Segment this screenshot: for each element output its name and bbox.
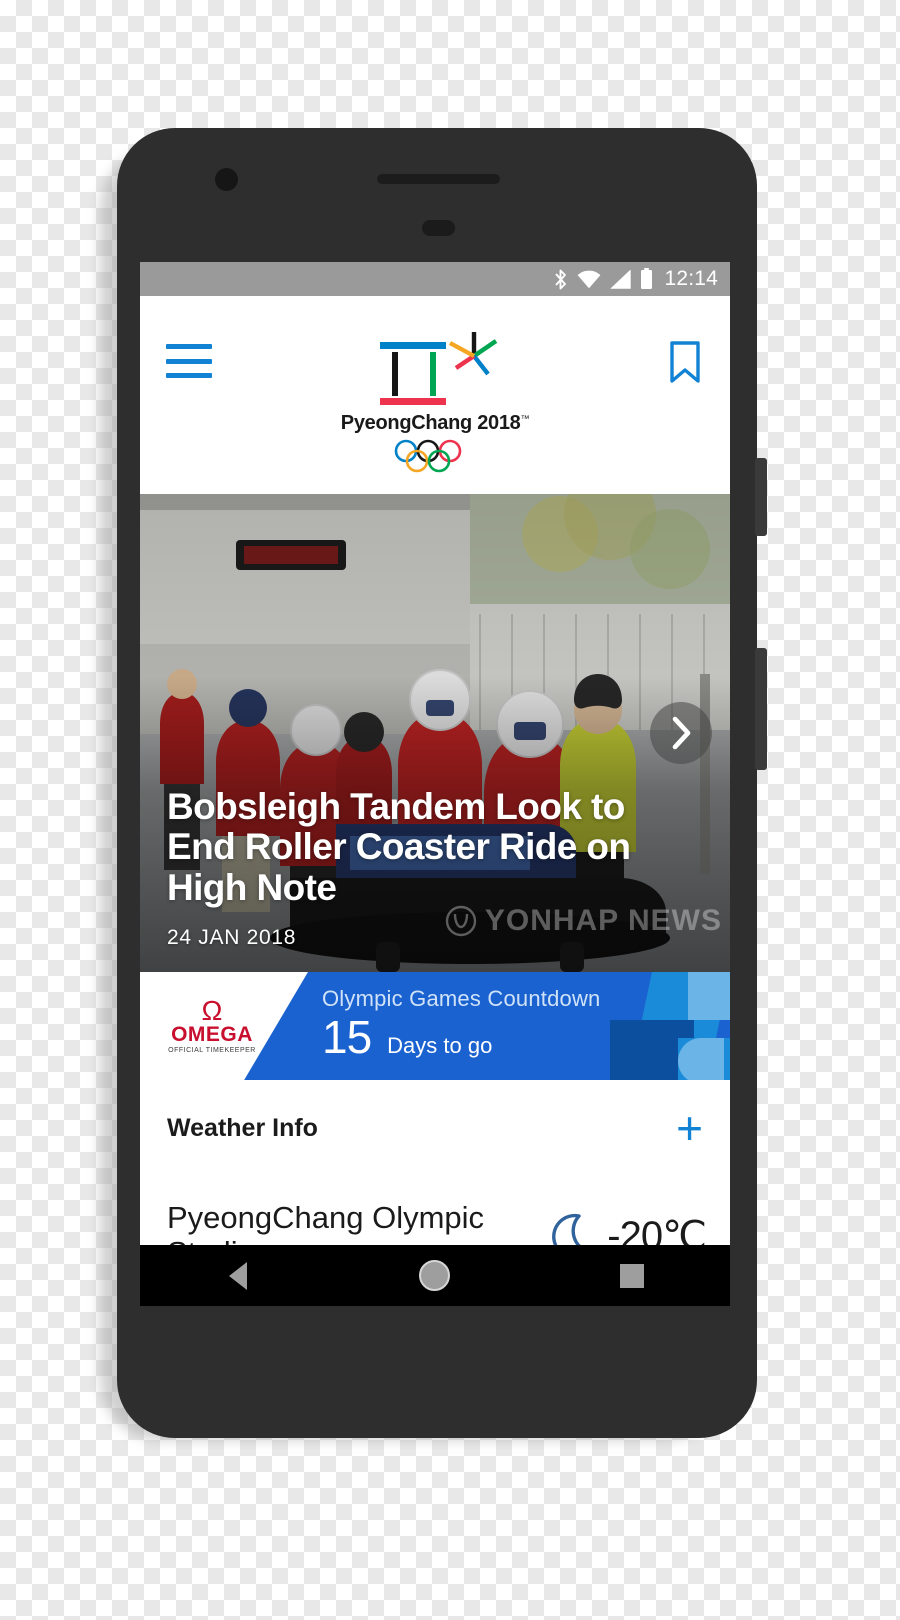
chevron-right-icon xyxy=(672,716,691,750)
trademark-symbol: ™ xyxy=(520,413,530,424)
omega-sponsor-logo[interactable]: Ω OMEGA OFFICIAL TIMEKEEPER xyxy=(156,995,268,1055)
brand-wordmark: PyeongChang 2018™ xyxy=(340,412,530,435)
recents-square-icon xyxy=(619,1263,644,1288)
olympic-countdown-banner[interactable]: Ω OMEGA OFFICIAL TIMEKEEPER Olympic Game… xyxy=(140,972,730,1080)
status-bar-clock: 12:14 xyxy=(664,267,718,290)
wifi-icon xyxy=(577,270,601,289)
omega-tagline: OFFICIAL TIMEKEEPER xyxy=(168,1047,256,1055)
countdown-value-row: 15 Days to go xyxy=(322,1010,600,1064)
app-bar: PyeongChang 2018™ xyxy=(140,296,730,494)
battery-icon xyxy=(640,268,653,290)
countdown-days-unit: Days to go xyxy=(387,1033,493,1058)
volume-button[interactable] xyxy=(755,458,767,536)
proximity-sensor-icon xyxy=(422,220,455,236)
emblem-bottom-bar xyxy=(380,398,446,405)
back-button[interactable] xyxy=(198,1245,278,1306)
emblem-top-bar xyxy=(380,342,446,349)
cellular-signal-icon xyxy=(610,269,632,289)
emblem-left-pillar xyxy=(392,352,398,396)
back-triangle-icon xyxy=(229,1261,248,1290)
home-circle-icon xyxy=(419,1260,451,1291)
banner-shape xyxy=(678,1038,724,1080)
emblem-mark xyxy=(372,328,498,406)
countdown-text-block: Olympic Games Countdown 15 Days to go xyxy=(322,986,600,1064)
omega-wordmark: OMEGA xyxy=(171,1023,253,1047)
weather-expand-button[interactable]: + xyxy=(676,1105,703,1151)
power-button[interactable] xyxy=(755,648,767,770)
hero-carousel[interactable]: YONHAP NEWS Bobsleigh Tandem Look to End… xyxy=(140,494,730,972)
earpiece-speaker-icon xyxy=(377,174,500,184)
olympic-rings-icon xyxy=(394,439,462,473)
status-bar: 12:14 xyxy=(140,262,730,296)
front-camera-icon xyxy=(215,168,238,191)
emblem-right-pillar xyxy=(430,352,436,396)
pyeongchang-2018-emblem[interactable]: PyeongChang 2018™ xyxy=(140,328,730,473)
countdown-label: Olympic Games Countdown xyxy=(322,986,601,1011)
phone-screen: 12:14 PyeongChang 2018™ YONHAP NEWS Bobs… xyxy=(140,262,730,1306)
hero-headline[interactable]: Bobsleigh Tandem Look to End Roller Coas… xyxy=(167,786,670,908)
brand-wordmark-text: PyeongChang 2018 xyxy=(340,412,521,434)
recents-button[interactable] xyxy=(592,1245,672,1306)
hero-date: 24 JAN 2018 xyxy=(167,926,297,949)
hero-text-block: Bobsleigh Tandem Look to End Roller Coas… xyxy=(167,786,670,950)
banner-shape xyxy=(688,972,730,1020)
home-button[interactable] xyxy=(395,1245,475,1306)
weather-section-title: Weather Info xyxy=(167,1113,318,1142)
carousel-next-button[interactable] xyxy=(650,702,712,764)
weather-section-header: Weather Info + xyxy=(140,1080,730,1176)
countdown-days-number: 15 xyxy=(322,1011,372,1063)
android-navigation-bar xyxy=(140,1245,730,1306)
emblem-star-icon xyxy=(448,332,498,376)
bluetooth-icon xyxy=(553,269,568,290)
omega-symbol-icon: Ω xyxy=(201,995,223,1026)
